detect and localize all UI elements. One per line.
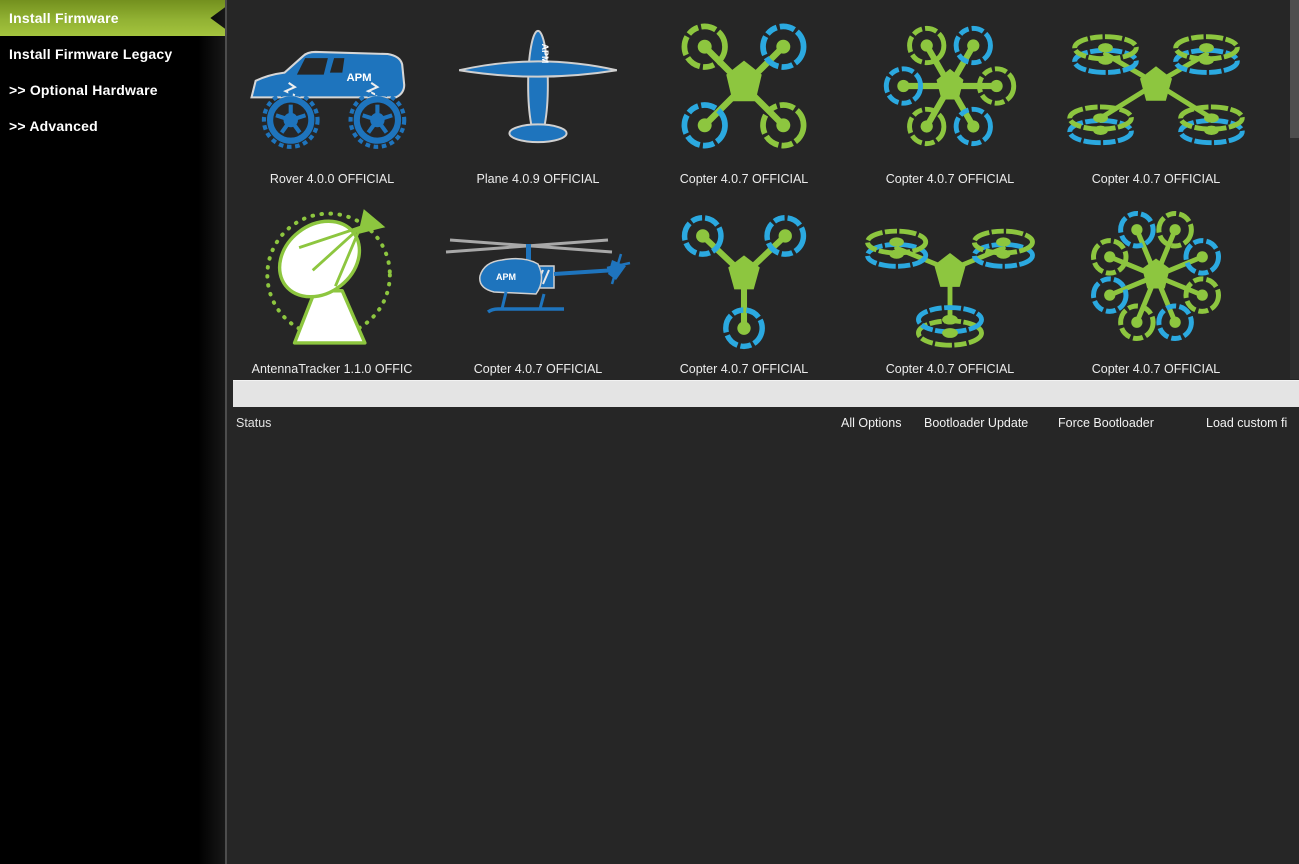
firmware-tile-label: Copter 4.0.7 OFFICIAL [679,362,809,376]
sidebar-item-label: >> Optional Hardware [9,82,158,98]
status-bar: Status All Options Bootloader Update For… [229,407,1299,437]
tricopter-icon [641,190,847,362]
firmware-tile-label: Copter 4.0.7 OFFICIAL [1091,172,1221,186]
svg-text:APM: APM [346,72,371,84]
plane-icon: APM [435,0,641,172]
status-label: Status [236,416,272,430]
load-custom-firmware-button[interactable]: Load custom fi [1206,416,1287,430]
firmware-tile-heli[interactable]: APM Copter 4.0.7 OFFICIAL [435,190,641,380]
svg-text:APM: APM [496,272,516,282]
firmware-tile-tricopter[interactable]: Copter 4.0.7 OFFICIAL [641,190,847,380]
sidebar-item-label: Install Firmware [9,10,119,26]
firmware-tile-label: Copter 4.0.7 OFFICIAL [679,172,809,186]
firmware-tile-plane[interactable]: APM Plane 4.0.9 OFFICIAL [435,0,641,190]
firmware-tile-quadcopter[interactable]: Copter 4.0.7 OFFICIAL [641,0,847,190]
bootloader-update-button[interactable]: Bootloader Update [924,416,1028,430]
sidebar-item-install-firmware[interactable]: Install Firmware [0,0,225,36]
force-bootloader-button[interactable]: Force Bootloader [1058,416,1154,430]
antenna-tracker-icon [229,190,435,362]
firmware-tile-hexacopter[interactable]: Copter 4.0.7 OFFICIAL [847,0,1053,190]
vertical-scrollbar[interactable] [1290,0,1299,379]
sidebar-item-label: Install Firmware Legacy [9,46,173,62]
firmware-tile-label: AntennaTracker 1.1.0 OFFIC [251,362,413,376]
firmware-tile-octo-quad[interactable]: Copter 4.0.7 OFFICIAL [1053,0,1259,190]
rover-icon: APM [229,0,435,172]
firmware-panel: APM Rover 4.0.0 OFFICIAL APM Plane 4.0.9… [229,0,1299,864]
mission-planner-install-firmware-screen: Install Firmware Install Firmware Legacy… [0,0,1299,864]
svg-text:APM: APM [540,44,550,64]
firmware-tile-y6[interactable]: Copter 4.0.7 OFFICIAL [847,190,1053,380]
firmware-grid: APM Rover 4.0.0 OFFICIAL APM Plane 4.0.9… [229,0,1259,380]
sidebar-item-label: >> Advanced [9,118,98,134]
sidebar-item-optional-hardware[interactable]: >> Optional Hardware [0,72,225,108]
progress-bar [233,380,1299,407]
all-options-button[interactable]: All Options [841,416,901,430]
firmware-tile-label: Plane 4.0.9 OFFICIAL [476,172,600,186]
firmware-tile-antenna-tracker[interactable]: AntennaTracker 1.1.0 OFFIC [229,190,435,380]
hexacopter-icon [847,0,1053,172]
y6-icon [847,190,1053,362]
sidebar-item-install-firmware-legacy[interactable]: Install Firmware Legacy [0,36,225,72]
quadcopter-icon [641,0,847,172]
octocopter-icon [1053,190,1259,362]
firmware-tile-label: Copter 4.0.7 OFFICIAL [885,362,1015,376]
heli-icon: APM [435,190,641,362]
sidebar-item-advanced[interactable]: >> Advanced [0,108,225,144]
firmware-tile-octocopter[interactable]: Copter 4.0.7 OFFICIAL [1053,190,1259,380]
firmware-tile-label: Copter 4.0.7 OFFICIAL [1091,362,1221,376]
octo-quad-icon [1053,0,1259,172]
firmware-tile-label: Copter 4.0.7 OFFICIAL [885,172,1015,186]
sidebar: Install Firmware Install Firmware Legacy… [0,0,227,864]
firmware-tile-label: Rover 4.0.0 OFFICIAL [269,172,395,186]
firmware-tile-label: Copter 4.0.7 OFFICIAL [473,362,603,376]
scrollbar-thumb[interactable] [1290,0,1299,138]
firmware-tile-rover[interactable]: APM Rover 4.0.0 OFFICIAL [229,0,435,190]
